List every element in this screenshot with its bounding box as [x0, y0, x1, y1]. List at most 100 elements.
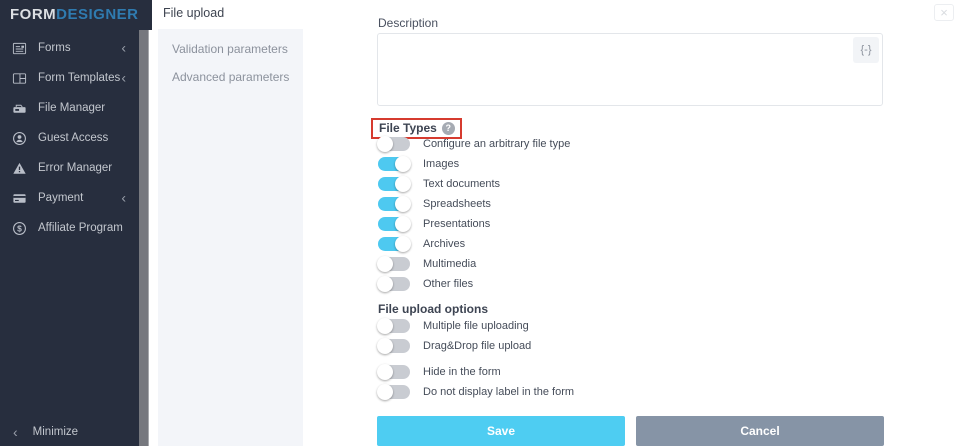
logo-part-designer: DESIGNER: [56, 6, 139, 23]
sidebar-item-label: Payment: [38, 192, 84, 204]
help-icon[interactable]: ?: [441, 121, 455, 135]
sidebar-minimize-button[interactable]: ‹ Minimize: [13, 424, 78, 440]
toggle-label: Hide in the form: [423, 366, 501, 378]
form-content: Description {-} File Types ? Configure a…: [371, 0, 884, 446]
guest-access-icon: [12, 131, 27, 146]
sidebar-scrollbar[interactable]: [139, 30, 149, 446]
sidebar-item-payment[interactable]: Payment ‹: [0, 183, 139, 213]
toggle-switch-configure-an-arbitrary-file-type[interactable]: [377, 136, 410, 152]
toggle-row-drag-drop-file-upload: Drag&Drop file upload: [377, 338, 532, 354]
toggle-switch-text-documents[interactable]: [378, 176, 411, 192]
toggle-knob: [377, 338, 393, 354]
cancel-button[interactable]: Cancel: [636, 416, 884, 446]
toggle-knob: [395, 216, 411, 232]
insert-variable-button[interactable]: {-}: [853, 37, 879, 63]
toggle-switch-images[interactable]: [378, 156, 411, 172]
toggle-row-archives: Archives: [378, 236, 570, 252]
toggle-switch-multiple-file-uploading[interactable]: [377, 318, 410, 334]
toggle-row-hide-in-the-form: Hide in the form: [377, 364, 574, 380]
sidebar-item-form-templates[interactable]: Form Templates ‹: [0, 63, 139, 93]
toggle-switch-multimedia[interactable]: [377, 256, 410, 272]
panel-nav-item-advanced-parameters[interactable]: Advanced parameters: [158, 63, 303, 91]
toggle-label: Configure an arbitrary file type: [423, 138, 571, 150]
file-types-label: File Types: [379, 121, 437, 135]
toggle-row-multimedia: Multimedia: [377, 256, 570, 272]
payment-icon: [12, 191, 27, 206]
sidebar-item-error-manager[interactable]: Error Manager: [0, 153, 139, 183]
toggle-switch-hide-in-the-form[interactable]: [377, 364, 410, 380]
toggle-knob: [377, 318, 393, 334]
toggle-knob: [395, 176, 411, 192]
dollar-icon: $: [12, 221, 27, 236]
toggle-row-presentations: Presentations: [378, 216, 570, 232]
upload-options-toggle-list: Multiple file uploading Drag&Drop file up…: [377, 318, 532, 359]
toggle-switch-presentations[interactable]: [378, 216, 411, 232]
sidebar-item-label: Forms: [38, 42, 71, 54]
sidebar-item-forms[interactable]: Forms ‹: [0, 33, 139, 63]
minimize-label: Minimize: [32, 426, 79, 438]
toggle-label: Multimedia: [423, 258, 477, 270]
toggle-knob: [377, 384, 393, 400]
toggle-label: Multiple file uploading: [423, 320, 529, 332]
save-button[interactable]: Save: [377, 416, 625, 446]
toggle-knob: [377, 364, 393, 380]
forms-icon: [12, 41, 27, 56]
panel-nav-item-validation-parameters[interactable]: Validation parameters: [158, 35, 303, 63]
toggle-label: Presentations: [423, 218, 491, 230]
file-types-toggle-list: Configure an arbitrary file type Images Te…: [377, 136, 571, 297]
chevron-left-icon: ‹: [13, 424, 18, 440]
chevron-left-icon: ‹: [121, 69, 126, 86]
main-area: × Description {-} File Types ? Configure…: [305, 0, 959, 446]
toggle-knob: [377, 136, 393, 152]
sidebar-item-guest-access[interactable]: Guest Access: [0, 123, 139, 153]
toggle-knob: [377, 276, 393, 292]
sidebar-item-label: Guest Access: [38, 132, 109, 144]
chevron-left-icon: ‹: [121, 189, 126, 206]
misc-options-toggle-list: Hide in the form Do not display label in …: [377, 364, 575, 405]
panel-nav: Validation parameters Advanced parameters: [158, 29, 303, 446]
sidebar-item-file-manager[interactable]: File Manager: [0, 93, 139, 123]
sidebar: FORMDESIGNER Forms ‹ Form Templates ‹ File M…: [0, 0, 139, 446]
sidebar-item-label: Affiliate Program: [38, 222, 123, 234]
sidebar-header-extension: [139, 0, 152, 30]
toggle-label: Do not display label in the form: [423, 386, 575, 398]
toggle-label: Text documents: [423, 178, 501, 190]
toggle-switch-do-not-display-label-in-the-form[interactable]: [377, 384, 410, 400]
toggle-row-configure-an-arbitrary-file-type: Configure an arbitrary file type: [377, 136, 571, 152]
file-manager-icon: [12, 101, 27, 116]
close-icon[interactable]: ×: [934, 4, 954, 21]
toggle-row-do-not-display-label-in-the-form: Do not display label in the form: [377, 384, 575, 400]
toggle-knob: [377, 256, 393, 272]
toggle-switch-other-files[interactable]: [377, 276, 410, 292]
toggle-switch-drag-drop-file-upload[interactable]: [377, 338, 410, 354]
toggle-label: Archives: [423, 238, 466, 250]
logo-part-form: FORM: [10, 6, 57, 23]
toggle-switch-archives[interactable]: [378, 236, 411, 252]
svg-text:$: $: [17, 223, 22, 233]
sidebar-item-label: File Manager: [38, 102, 106, 114]
toggle-label: Drag&Drop file upload: [423, 340, 532, 352]
toggle-row-images: Images: [378, 156, 570, 172]
sidebar-item-affiliate-program[interactable]: $ Affiliate Program: [0, 213, 139, 243]
toggle-row-text-documents: Text documents: [378, 176, 570, 192]
toggle-knob: [395, 156, 411, 172]
sidebar-item-label: Form Templates: [38, 72, 121, 84]
toggle-label: Other files: [423, 278, 474, 290]
toggle-switch-spreadsheets[interactable]: [378, 196, 411, 212]
panel-title: File upload: [163, 6, 225, 20]
settings-panel: File upload Validation parameters Advance…: [152, 0, 305, 446]
warning-icon: [12, 161, 27, 176]
form-templates-icon: [12, 71, 27, 86]
description-textarea[interactable]: [377, 33, 883, 106]
app-logo: FORMDESIGNER: [0, 0, 139, 23]
toggle-row-other-files: Other files: [377, 276, 570, 292]
action-buttons: Save Cancel: [377, 416, 884, 446]
description-label: Description: [378, 16, 439, 30]
toggle-knob: [395, 236, 411, 252]
toggle-row-spreadsheets: Spreadsheets: [378, 196, 570, 212]
toggle-label: Spreadsheets: [423, 198, 491, 210]
sidebar-item-label: Error Manager: [38, 162, 113, 174]
toggle-label: Images: [423, 158, 460, 170]
chevron-left-icon: ‹: [121, 39, 126, 56]
upload-options-label: File upload options: [378, 302, 488, 316]
